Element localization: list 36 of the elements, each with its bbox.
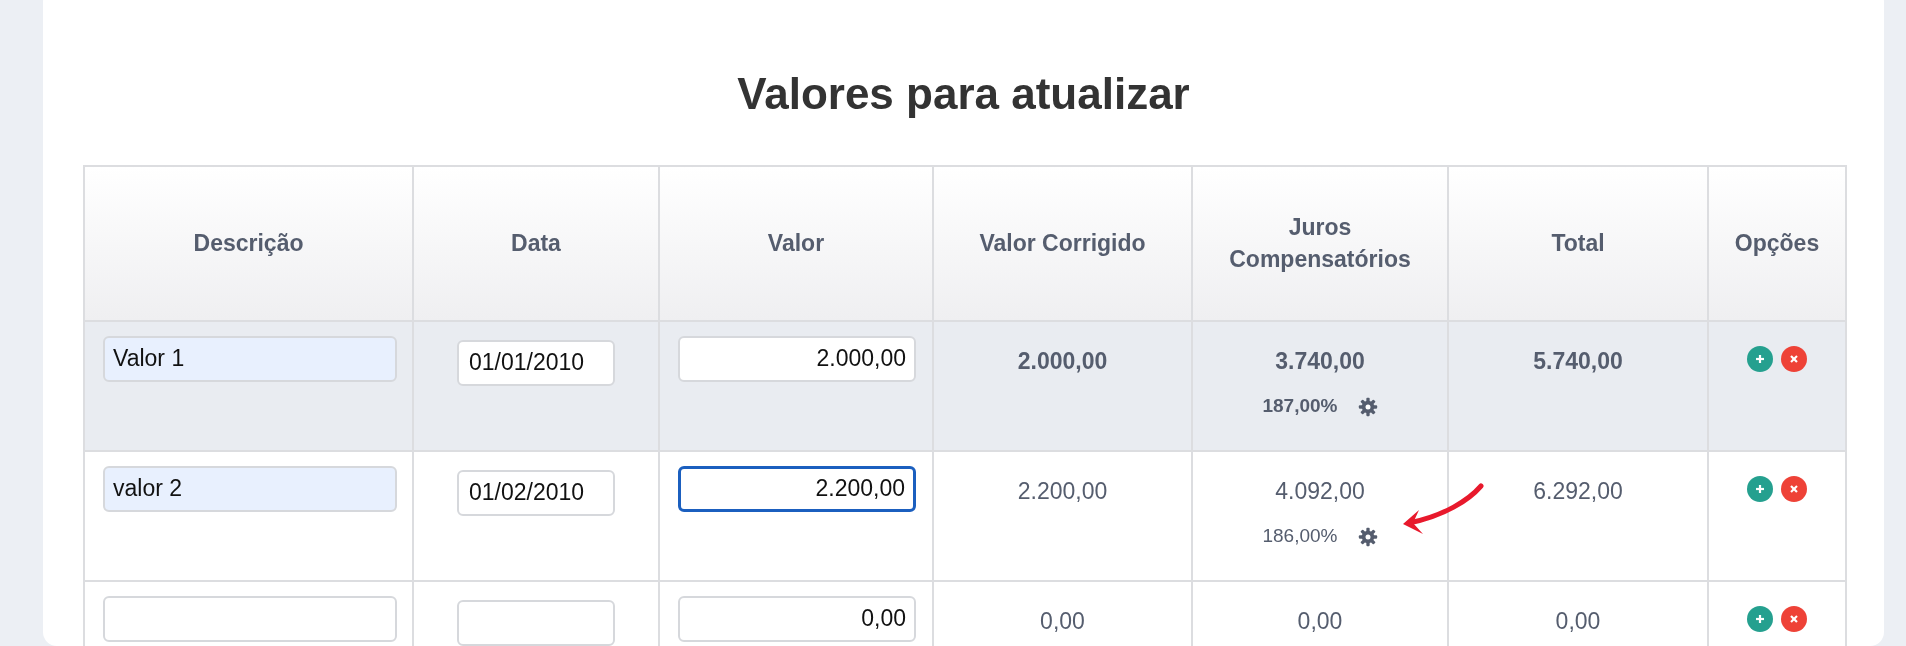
date-field[interactable]: 01/02/2010 <box>457 469 615 516</box>
add-button[interactable] <box>1747 345 1773 372</box>
column-header: Juros Compensatórios <box>1192 165 1448 321</box>
corrected-value: 0,00 <box>1040 606 1085 636</box>
value-field[interactable]: 2.200,00 <box>678 465 916 512</box>
column-header: Valor Corrigido <box>933 165 1192 321</box>
total-value: 5.740,00 <box>1533 346 1623 376</box>
value-field[interactable]: 0,00 <box>678 595 916 642</box>
column-header: Valor <box>659 165 933 321</box>
total-value: 0,00 <box>1555 606 1601 636</box>
interest-value: 4.092,00 <box>1275 476 1365 506</box>
add-button[interactable] <box>1747 475 1773 502</box>
interest-value: 3.740,00 <box>1275 346 1365 376</box>
date-field[interactable] <box>457 599 615 646</box>
interest-percent: 186,00% <box>1262 524 1338 549</box>
description-field[interactable]: Valor 1 <box>103 335 397 382</box>
add-button[interactable] <box>1747 605 1773 632</box>
description-field[interactable]: valor 2 <box>103 465 397 512</box>
column-header: Total <box>1448 165 1708 321</box>
date-field[interactable]: 01/01/2010 <box>457 339 615 386</box>
corrected-value: 2.200,00 <box>1017 476 1108 506</box>
interest-value: 0,00 <box>1297 606 1343 636</box>
remove-button[interactable] <box>1781 345 1807 372</box>
settings-icon[interactable] <box>1357 526 1378 547</box>
column-header: Descrição <box>84 165 413 321</box>
value-field[interactable]: 2.000,00 <box>678 335 916 382</box>
column-header: Opções <box>1708 165 1846 321</box>
page-title: Valores para atualizar <box>736 68 1191 120</box>
interest-percent: 187,00% <box>1262 394 1338 419</box>
description-field[interactable] <box>103 595 397 642</box>
remove-button[interactable] <box>1781 605 1807 632</box>
settings-icon[interactable] <box>1357 396 1378 417</box>
total-value: 6.292,00 <box>1533 476 1623 506</box>
corrected-value: 2.000,00 <box>1017 346 1108 376</box>
column-header: Data <box>413 165 659 321</box>
remove-button[interactable] <box>1781 475 1807 502</box>
